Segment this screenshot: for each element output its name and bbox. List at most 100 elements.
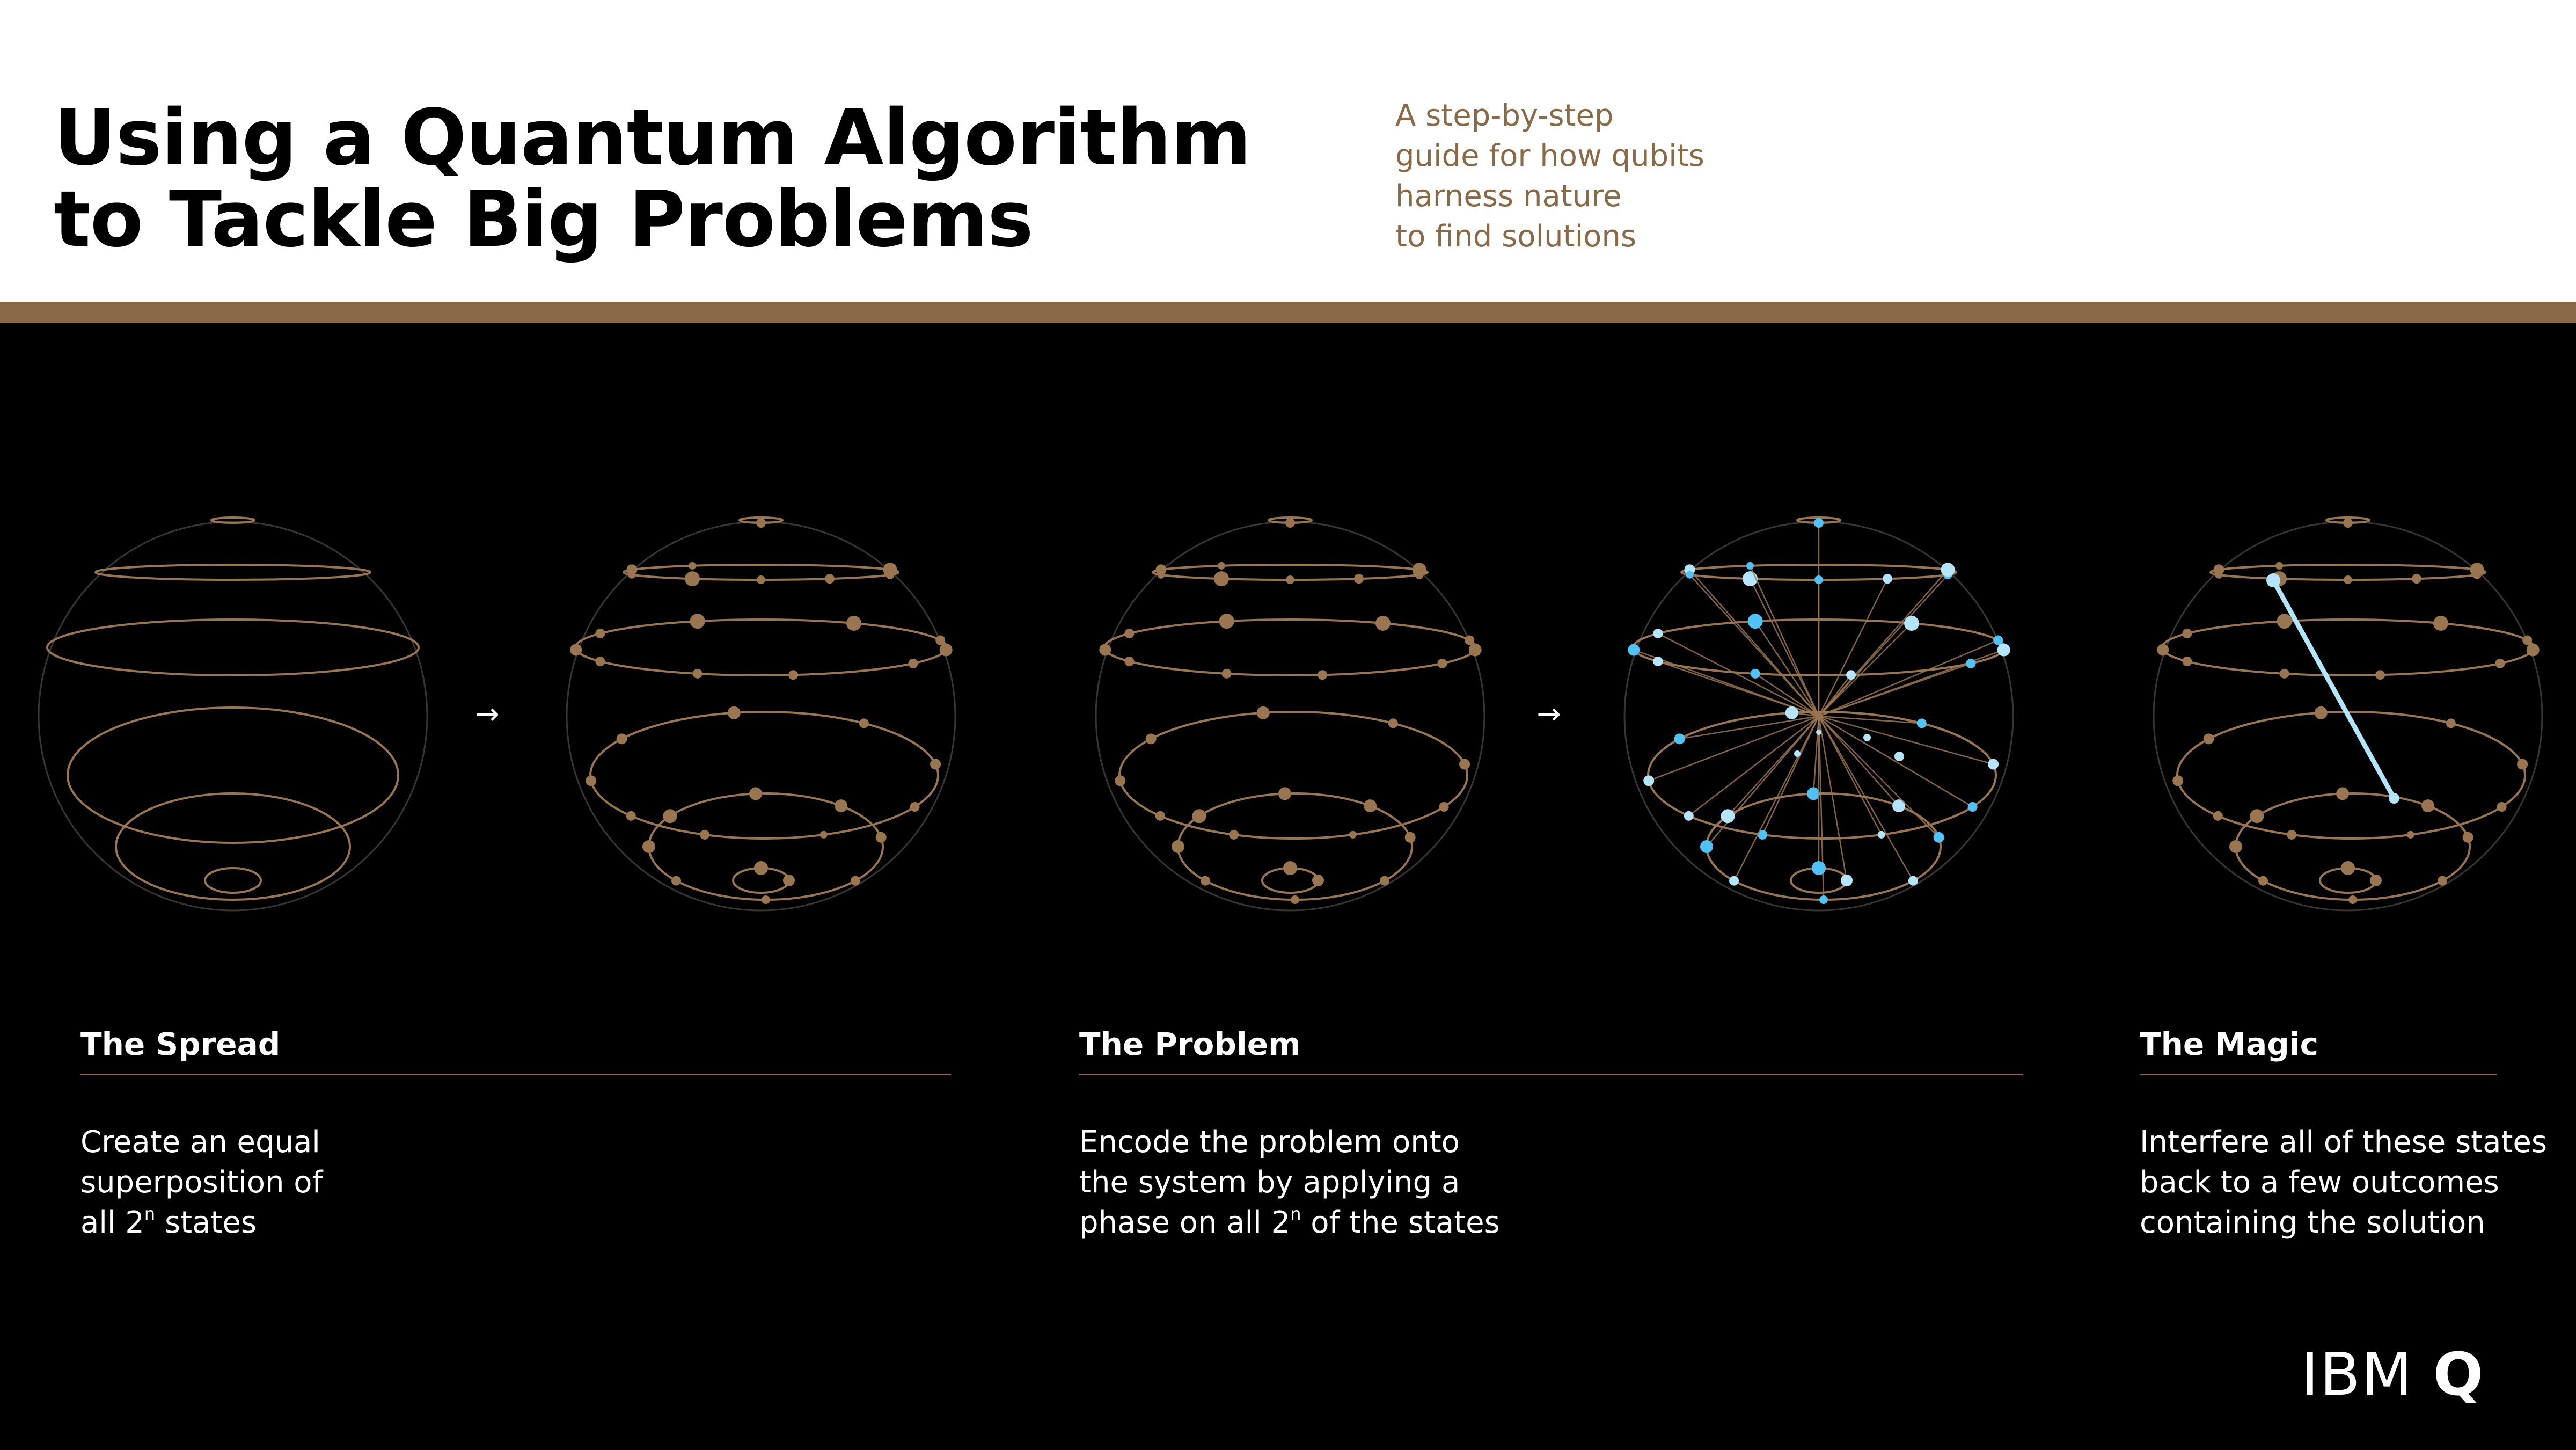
qubit-dot <box>1349 830 1357 839</box>
phase-ray <box>1689 574 1819 717</box>
phase-ray <box>1812 716 1820 794</box>
subtitle-line-3: harness nature <box>1395 179 1622 214</box>
qubit-dot <box>1846 670 1856 680</box>
title-line-2: to Tackle Big Problems <box>54 174 1034 264</box>
qubit-dot <box>1256 706 1270 719</box>
qubit-dot <box>1816 730 1821 735</box>
orbit-ring <box>1103 618 1477 676</box>
qubit-dot <box>700 829 710 840</box>
panel-body-line: back to a few outcomes <box>2140 1165 2499 1200</box>
encoded-sphere <box>1095 516 1485 912</box>
orbit-ring <box>2235 792 2471 901</box>
qubit-dot <box>1883 574 1892 584</box>
qubit-dot <box>1155 811 1165 821</box>
qubit-dot <box>910 802 920 812</box>
phase-ray <box>1727 716 1819 817</box>
qubit-dot <box>1628 644 1640 656</box>
qubit-dot <box>2495 658 2505 668</box>
empty-sphere <box>38 516 428 912</box>
qubit-dot <box>1814 575 1823 584</box>
phase-ray <box>1679 715 1819 740</box>
qubit-dot <box>570 644 582 656</box>
qubit-dot <box>1221 668 1232 679</box>
qubit-dot <box>2437 876 2447 886</box>
qubit-dot <box>1729 876 1739 886</box>
qubit-dot <box>2314 706 2328 719</box>
panel-body-line: all 2n states <box>80 1203 323 1243</box>
panel-divider-problem <box>1079 1074 2023 1075</box>
qubit-dot <box>1465 635 1475 645</box>
qubit-dot <box>1388 718 1398 728</box>
logo-ibm-text: IBM <box>2301 1340 2433 1409</box>
phase-ray <box>1818 639 1999 717</box>
subtitle-line-4: to find solutions <box>1395 219 1637 254</box>
qubit-dot <box>908 658 918 668</box>
qubit-dot <box>1877 830 1885 839</box>
qubit-dot <box>1747 614 1763 629</box>
qubit-dot <box>883 563 897 577</box>
qubit-dot <box>1863 734 1871 741</box>
qubit-dot <box>2182 629 2192 638</box>
qubit-dot <box>2182 657 2192 666</box>
qubit-dot <box>1966 658 1976 668</box>
panel-body-text: of the states <box>1301 1205 1500 1240</box>
title-line-1: Using a Quantum Algorithm <box>54 92 1252 183</box>
qubit-dot <box>935 635 946 645</box>
panel-divider-magic <box>2140 1074 2497 1075</box>
panel-body-problem: Encode the problem onto the system by app… <box>1079 1122 1500 1243</box>
qubit-dot <box>690 614 705 629</box>
qubit-dot <box>1653 657 1663 666</box>
qubit-dot <box>1157 571 1165 579</box>
qubit-dot <box>1967 802 1978 812</box>
qubit-dot <box>1375 615 1391 631</box>
qubit-dot <box>2526 643 2540 657</box>
qubit-dot <box>642 840 655 853</box>
qubit-dot <box>628 571 636 579</box>
orbit-ring <box>210 516 255 524</box>
orbit-ring <box>574 618 948 676</box>
qubit-dot <box>939 643 953 657</box>
panel-body-line: Interfere all of these states <box>2140 1125 2548 1160</box>
solution-dot <box>2389 793 2399 804</box>
qubit-dot <box>1412 563 1426 577</box>
qubit-dot <box>749 787 762 800</box>
qubit-dot <box>1794 750 1801 757</box>
qubit-dot <box>1908 876 1918 886</box>
ibm-q-logo: IBM Q <box>2301 1339 2483 1409</box>
qubit-dot <box>819 830 828 839</box>
qubit-dot <box>1437 658 1447 668</box>
phase-sphere <box>1623 516 2014 912</box>
qubit-dot <box>727 706 741 719</box>
qubit-dot <box>1124 629 1135 638</box>
qubit-dot <box>1643 775 1655 786</box>
qubit-dot <box>1807 787 1820 800</box>
qubit-dot <box>1404 832 1416 843</box>
qubit-dot <box>762 895 770 904</box>
solution-path <box>2271 578 2397 801</box>
panel-body-line: Encode the problem onto <box>1079 1125 1460 1160</box>
qubit-dot <box>757 575 765 584</box>
qubit-dot <box>2287 829 2297 840</box>
qubit-dot <box>1124 657 1135 666</box>
qubit-dot <box>2215 571 2223 579</box>
qubit-dot <box>2258 876 2268 886</box>
qubit-dot <box>1312 875 1324 886</box>
panel-body-text: phase on all 2 <box>1079 1205 1291 1240</box>
qubit-dot <box>1674 733 1685 745</box>
qubit-dot <box>2522 635 2533 645</box>
qubit-dot <box>1364 799 1377 813</box>
qubit-dot <box>1201 876 1211 886</box>
qubit-dot <box>1785 706 1798 719</box>
orbit-ring <box>94 564 371 581</box>
qubit-dot <box>2341 861 2355 875</box>
panel-heading-spread: The Spread <box>80 1026 281 1062</box>
qubit-dot <box>2370 875 2382 886</box>
qubit-dot <box>1721 809 1735 824</box>
phase-ray <box>1706 716 1819 847</box>
superscript-n: n <box>1290 1204 1301 1224</box>
qubit-dot <box>1894 752 1904 761</box>
phase-ray <box>1688 716 1819 817</box>
qubit-dot <box>2277 614 2292 629</box>
qubit-dot <box>2250 809 2264 824</box>
qubit-dot <box>2343 518 2353 528</box>
